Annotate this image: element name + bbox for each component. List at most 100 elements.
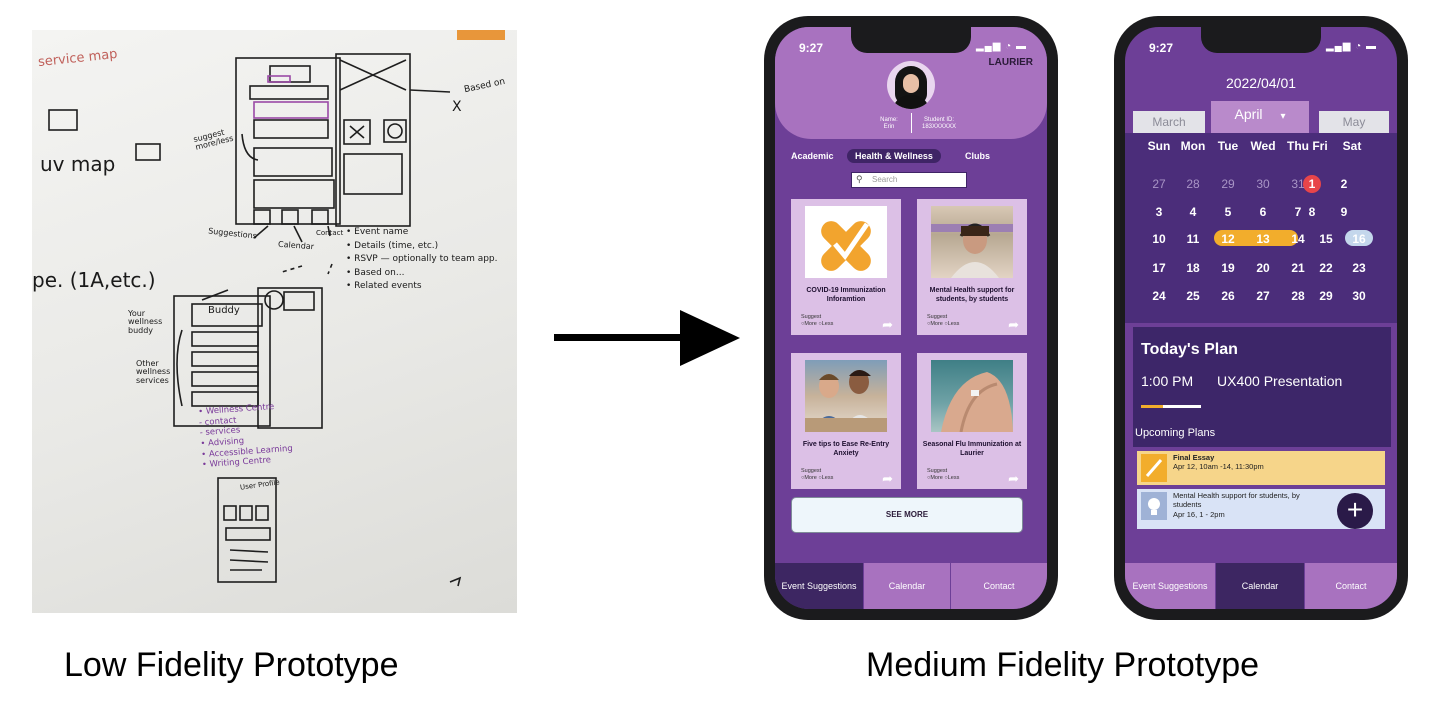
- suggest-options: Suggest ○More ○Less: [801, 314, 833, 328]
- weekday-label: Sun: [1147, 139, 1171, 153]
- event-card[interactable]: Mental Health support for students, by s…: [917, 199, 1027, 335]
- day-cell[interactable]: 21: [1283, 261, 1313, 275]
- search-input[interactable]: ⚲ Search: [851, 172, 967, 188]
- day-cell[interactable]: 13: [1248, 232, 1278, 246]
- day-cell[interactable]: 23: [1344, 261, 1374, 275]
- day-cell[interactable]: 6: [1248, 205, 1278, 219]
- tab-clubs[interactable]: Clubs: [965, 151, 990, 161]
- day-cell[interactable]: 18: [1178, 261, 1208, 275]
- student-headphones-photo: [931, 206, 1013, 278]
- day-cell[interactable]: 29: [1213, 177, 1243, 191]
- event-card[interactable]: Five tips to Ease Re-Entry Anxiety Sugge…: [791, 353, 901, 489]
- sketch-label-other-services: Other wellness services: [136, 359, 171, 385]
- upcoming-item[interactable]: Final Essay Apr 12, 10am -14, 11:30pm: [1137, 451, 1385, 485]
- share-arrow-icon[interactable]: ➦: [1008, 471, 1019, 487]
- student-id-value: 183XXXXXX: [921, 124, 957, 131]
- sketch-label-buddy: Buddy: [208, 305, 240, 316]
- upcoming-plans-label: Upcoming Plans: [1135, 427, 1216, 439]
- plan-progress-fill: [1141, 405, 1163, 408]
- nav-contact[interactable]: Contact: [1305, 563, 1397, 609]
- day-cell[interactable]: 3: [1144, 205, 1174, 219]
- event-card[interactable]: Seasonal Flu Immunization at Laurier Sug…: [917, 353, 1027, 489]
- day-cell[interactable]: 17: [1144, 261, 1174, 275]
- share-arrow-icon[interactable]: ➦: [882, 471, 893, 487]
- tab-academic[interactable]: Academic: [791, 151, 834, 161]
- weekday-label: Sat: [1342, 139, 1362, 153]
- day-cell[interactable]: 19: [1213, 261, 1243, 275]
- weekday-label: Mon: [1180, 139, 1206, 153]
- more-less-radios[interactable]: ○More ○Less: [927, 475, 959, 482]
- sketch-event-item: • Details (time, etc.): [346, 240, 439, 251]
- caption-low-fidelity: Low Fidelity Prototype: [64, 646, 399, 684]
- nav-event-suggestions[interactable]: Event Suggestions: [1125, 563, 1215, 609]
- more-less-radios[interactable]: ○More ○Less: [927, 321, 959, 328]
- card-title: Seasonal Flu Immunization at Laurier: [922, 441, 1022, 457]
- sketch-label-contact: Contact: [316, 229, 344, 237]
- bottom-nav: Event Suggestions Calendar Contact: [775, 563, 1047, 609]
- day-cell[interactable]: 28: [1178, 177, 1208, 191]
- day-cell[interactable]: 24: [1144, 289, 1174, 303]
- day-cell[interactable]: 25: [1178, 289, 1208, 303]
- day-cell[interactable]: 4: [1178, 205, 1208, 219]
- avatar[interactable]: [887, 61, 935, 109]
- day-cell[interactable]: 11: [1178, 232, 1208, 246]
- laurier-logo: LAURIER: [988, 57, 1033, 68]
- share-arrow-icon[interactable]: ➦: [882, 317, 893, 333]
- day-cell[interactable]: 29: [1311, 289, 1341, 303]
- day-cell[interactable]: 10: [1144, 232, 1174, 246]
- phone-calendar: 9:27 ▂▄▆ ◔ ▬ 2022/04/01 March April ▾ Ma…: [1114, 16, 1408, 620]
- phone-notch: [851, 27, 971, 53]
- nav-calendar[interactable]: Calendar: [864, 563, 950, 609]
- see-more-button[interactable]: SEE MORE: [791, 497, 1023, 533]
- day-cell[interactable]: 26: [1213, 289, 1243, 303]
- suggest-label: Suggest: [801, 314, 822, 320]
- day-cell[interactable]: 5: [1213, 205, 1243, 219]
- upcoming-text: Mental Health support for students, by s…: [1173, 491, 1323, 519]
- day-cell[interactable]: 30: [1248, 177, 1278, 191]
- more-less-radios[interactable]: ○More ○Less: [801, 475, 833, 482]
- add-plan-button[interactable]: +: [1337, 493, 1373, 529]
- share-arrow-icon[interactable]: ➦: [1008, 317, 1019, 333]
- weekday-label: Wed: [1250, 139, 1276, 153]
- sketch-event-item: • Based on...: [346, 267, 405, 278]
- name-label: Name:: [880, 117, 898, 123]
- day-cell[interactable]: 12: [1213, 232, 1243, 246]
- chevron-down-icon: ▾: [1280, 111, 1286, 122]
- month-dropdown[interactable]: April ▾: [1211, 101, 1309, 133]
- upcoming-title: Mental Health support for students, by s…: [1173, 491, 1300, 510]
- whiteboard-photo: service map uv map pe. (1A,etc.) Based o…: [32, 30, 517, 613]
- day-cell[interactable]: 20: [1248, 261, 1278, 275]
- phone-event-suggestions: 9:27 ▂▄▆ ◔ ▬ LAURIER Name: Erin Student …: [764, 16, 1058, 620]
- sketch-label-uv-map: uv map: [40, 152, 116, 176]
- more-less-radios[interactable]: ○More ○Less: [801, 321, 833, 328]
- day-cell[interactable]: 8: [1297, 205, 1327, 219]
- sketch-drawing: [48, 53, 462, 587]
- suggest-label: Suggest: [801, 468, 822, 474]
- day-cell[interactable]: 14: [1283, 232, 1313, 246]
- month-tab-prev[interactable]: March: [1133, 111, 1205, 133]
- day-cell[interactable]: 2: [1329, 177, 1359, 191]
- day-cell[interactable]: 16: [1344, 232, 1374, 246]
- suggest-options: Suggest ○More ○Less: [801, 468, 833, 482]
- profile-divider: [911, 113, 912, 133]
- phone-screen: 9:27 ▂▄▆ ◔ ▬ LAURIER Name: Erin Student …: [775, 27, 1047, 609]
- tab-health-wellness[interactable]: Health & Wellness: [847, 149, 941, 163]
- plan-name[interactable]: UX400 Presentation: [1217, 373, 1342, 389]
- nav-contact[interactable]: Contact: [951, 563, 1047, 609]
- nav-event-suggestions[interactable]: Event Suggestions: [775, 563, 863, 609]
- weekday-label: Tue: [1217, 139, 1239, 153]
- day-cell[interactable]: 27: [1144, 177, 1174, 191]
- day-cell[interactable]: 28: [1283, 289, 1313, 303]
- suggest-options: Suggest ○More ○Less: [927, 314, 959, 328]
- suggest-label: Suggest: [927, 468, 948, 474]
- month-tab-next[interactable]: May: [1319, 111, 1389, 133]
- day-cell[interactable]: 22: [1311, 261, 1341, 275]
- day-cell[interactable]: 1: [1297, 177, 1327, 191]
- day-cell[interactable]: 30: [1344, 289, 1374, 303]
- day-cell[interactable]: 27: [1248, 289, 1278, 303]
- upcoming-detail: Apr 12, 10am -14, 11:30pm: [1173, 462, 1264, 472]
- event-card[interactable]: COVID-19 Immunization Inforamtion Sugges…: [791, 199, 901, 335]
- day-cell[interactable]: 9: [1329, 205, 1359, 219]
- nav-calendar[interactable]: Calendar: [1216, 563, 1304, 609]
- day-cell[interactable]: 15: [1311, 232, 1341, 246]
